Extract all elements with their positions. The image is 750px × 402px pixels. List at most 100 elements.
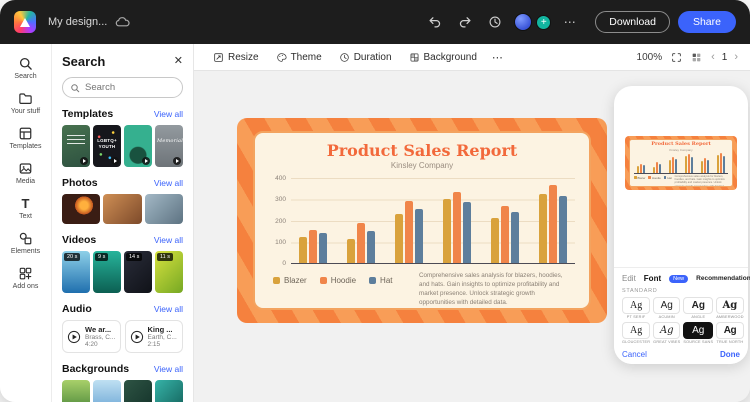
y-tick: 400 bbox=[275, 175, 286, 182]
user-avatar[interactable] bbox=[514, 13, 533, 31]
background-thumb[interactable] bbox=[155, 380, 183, 402]
report-card[interactable]: Product Sales Report Kinsley Company 400… bbox=[253, 131, 591, 310]
sidebar-item-text[interactable]: T Text bbox=[2, 191, 50, 225]
background-thumb[interactable] bbox=[124, 380, 152, 402]
recommendations-label[interactable]: Recommendations bbox=[696, 275, 750, 282]
audio-card[interactable]: We ar... Brass, C... 4:20 bbox=[62, 320, 121, 353]
legend-swatch bbox=[648, 176, 651, 179]
section-title-videos: Videos bbox=[62, 234, 97, 246]
background-button[interactable]: Background bbox=[402, 49, 484, 66]
font-option[interactable]: Ag ACUMIN bbox=[653, 297, 681, 319]
theme-icon bbox=[276, 52, 287, 62]
duration-button[interactable]: Duration bbox=[332, 49, 399, 66]
legend-swatch bbox=[634, 176, 637, 179]
theme-button[interactable]: Theme bbox=[269, 49, 329, 66]
theme-label: Theme bbox=[290, 51, 322, 63]
mini-chart-subtitle: Kinsley Company bbox=[669, 147, 693, 152]
sidebar-item-templates[interactable]: Templates bbox=[2, 121, 50, 155]
photo-thumb[interactable] bbox=[62, 194, 101, 224]
template-thumb[interactable] bbox=[62, 125, 90, 167]
font-option[interactable]: Ag TRUE NORTH bbox=[716, 322, 744, 344]
page-number: 1 bbox=[721, 51, 728, 63]
y-tick: 0 bbox=[282, 260, 286, 267]
download-button[interactable]: Download bbox=[595, 11, 670, 33]
toolbar-overflow-icon[interactable]: ⋯ bbox=[487, 51, 509, 64]
legend-swatch bbox=[273, 277, 280, 284]
search-panel: Search ✕ Templates View all LGBTQ+ YOUTH… bbox=[52, 44, 194, 402]
mini-canvas-preview[interactable]: Product Sales Report Kinsley Company Bla… bbox=[625, 136, 737, 190]
close-icon[interactable]: ✕ bbox=[174, 56, 183, 67]
prev-page-icon[interactable]: ‹ bbox=[711, 51, 715, 63]
font-option-selected[interactable]: Ag SOURCE SANS bbox=[683, 322, 714, 344]
video-thumb[interactable]: 14 s bbox=[124, 251, 152, 293]
adobe-express-logo-icon[interactable] bbox=[14, 11, 36, 33]
page-navigator: ‹ 1 › bbox=[711, 51, 738, 63]
photos-view-all-link[interactable]: View all bbox=[154, 178, 183, 188]
background-thumb[interactable] bbox=[62, 380, 90, 402]
audio-artist: Brass, C... bbox=[85, 334, 116, 341]
template-thumb[interactable] bbox=[124, 125, 152, 167]
section-title-backgrounds: Backgrounds bbox=[62, 363, 130, 375]
photo-thumb[interactable] bbox=[103, 194, 142, 224]
next-page-icon[interactable]: › bbox=[734, 51, 738, 63]
font-option[interactable]: Ag GLOUCESTER bbox=[622, 322, 651, 344]
template-thumb[interactable]: Memorial bbox=[155, 125, 183, 167]
sidebar-item-search[interactable]: Search bbox=[2, 51, 50, 85]
audio-card[interactable]: King ... Earth, C... 2:15 bbox=[124, 320, 183, 353]
font-name: PT SERIF bbox=[626, 315, 646, 319]
y-axis: 400 300 200 100 0 bbox=[269, 175, 286, 267]
photo-thumb[interactable] bbox=[144, 194, 183, 224]
video-thumb[interactable]: 20 s bbox=[62, 251, 90, 293]
invite-collaborator-icon[interactable]: + bbox=[536, 14, 552, 30]
design-canvas[interactable]: Product Sales Report Kinsley Company 400… bbox=[237, 118, 607, 323]
search-icon bbox=[71, 83, 80, 92]
sidebar-item-elements[interactable]: Elements bbox=[2, 226, 50, 260]
font-option[interactable]: Ag PT SERIF bbox=[622, 297, 651, 319]
templates-view-all-link[interactable]: View all bbox=[154, 109, 183, 119]
font-option[interactable]: Ag ANGLE bbox=[683, 297, 714, 319]
sidebar-item-your-stuff[interactable]: Your stuff bbox=[2, 86, 50, 120]
history-icon[interactable] bbox=[484, 11, 506, 33]
resize-button[interactable]: Resize bbox=[206, 49, 266, 66]
font-option[interactable]: Ag AMBERWOOD bbox=[716, 297, 744, 319]
background-thumb[interactable] bbox=[93, 380, 121, 402]
text-tool-icon: T bbox=[21, 196, 30, 211]
tab-font[interactable]: Font bbox=[644, 274, 661, 283]
adobe-express-app: My design... + ⋯ Download Share Search Y… bbox=[0, 0, 750, 402]
video-thumb[interactable]: 9 s bbox=[93, 251, 121, 293]
font-option[interactable]: Ag GREAT VIBES bbox=[653, 322, 681, 344]
template-thumb[interactable]: LGBTQ+ YOUTH bbox=[93, 125, 121, 167]
videos-view-all-link[interactable]: View all bbox=[154, 235, 183, 245]
backgrounds-view-all-link[interactable]: View all bbox=[154, 364, 183, 374]
legend-item: Blazer bbox=[273, 276, 307, 285]
video-thumb[interactable]: 11 s bbox=[155, 251, 183, 293]
audio-artist: Earth, C... bbox=[147, 334, 177, 341]
redo-icon[interactable] bbox=[454, 11, 476, 33]
sidebar-item-media[interactable]: Media bbox=[2, 156, 50, 190]
fit-to-screen-icon[interactable] bbox=[671, 52, 682, 63]
video-duration-badge: 11 s bbox=[157, 253, 173, 261]
search-input[interactable] bbox=[85, 82, 175, 93]
duration-label: Duration bbox=[353, 51, 392, 63]
main-area: Resize Theme Duration Background ⋯ 100% … bbox=[194, 44, 750, 402]
document-title[interactable]: My design... bbox=[48, 16, 107, 28]
cloud-sync-icon bbox=[115, 16, 131, 28]
videos-thumb-row: 20 s 9 s 14 s 11 s bbox=[62, 251, 183, 293]
font-sample: Ag bbox=[683, 322, 714, 339]
search-input-wrapper bbox=[62, 77, 183, 98]
sidebar-item-add-ons[interactable]: Add ons bbox=[2, 261, 50, 295]
done-button[interactable]: Done bbox=[720, 350, 740, 359]
section-title-templates: Templates bbox=[62, 108, 114, 120]
tab-edit[interactable]: Edit bbox=[622, 274, 636, 283]
resize-icon bbox=[214, 52, 223, 62]
share-button[interactable]: Share bbox=[677, 11, 736, 33]
audio-view-all-link[interactable]: View all bbox=[154, 304, 183, 314]
zoom-level[interactable]: 100% bbox=[637, 52, 663, 63]
legend-item: Hoodie bbox=[319, 276, 356, 285]
standard-section-label: STANDARD bbox=[622, 288, 658, 294]
cancel-button[interactable]: Cancel bbox=[622, 350, 647, 359]
undo-icon[interactable] bbox=[424, 11, 446, 33]
pages-view-icon[interactable] bbox=[691, 52, 702, 63]
y-tick: 300 bbox=[275, 196, 286, 204]
more-options-icon[interactable]: ⋯ bbox=[559, 11, 581, 33]
